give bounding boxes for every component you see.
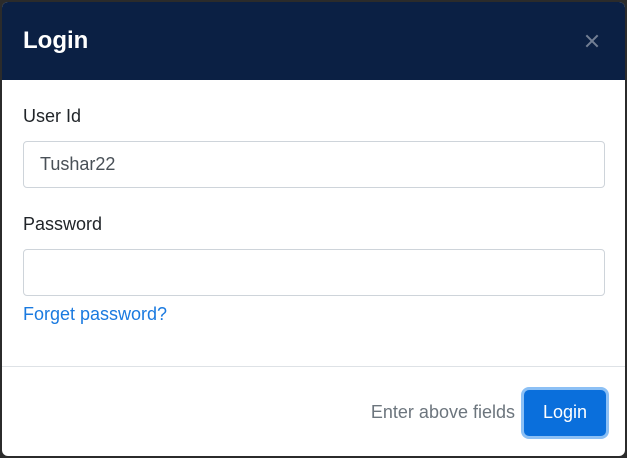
forget-password-link[interactable]: Forget password? bbox=[23, 302, 167, 326]
close-icon[interactable] bbox=[580, 29, 604, 53]
password-input[interactable] bbox=[23, 249, 605, 296]
login-modal: Login User Id Password Forget password? … bbox=[2, 2, 625, 456]
user-id-label: User Id bbox=[23, 106, 82, 126]
footer-hint: Enter above fields bbox=[370, 402, 515, 422]
modal-header: Login bbox=[2, 2, 625, 80]
modal-body: User Id Password Forget password? bbox=[2, 80, 625, 367]
user-id-group: User Id bbox=[23, 104, 605, 188]
user-id-input[interactable] bbox=[23, 141, 605, 188]
login-button[interactable]: Login bbox=[524, 389, 606, 436]
password-label: Password bbox=[23, 214, 103, 234]
modal-footer: Enter above fields Login bbox=[2, 367, 625, 456]
password-group: Password bbox=[23, 212, 605, 296]
modal-title: Login bbox=[23, 27, 89, 54]
